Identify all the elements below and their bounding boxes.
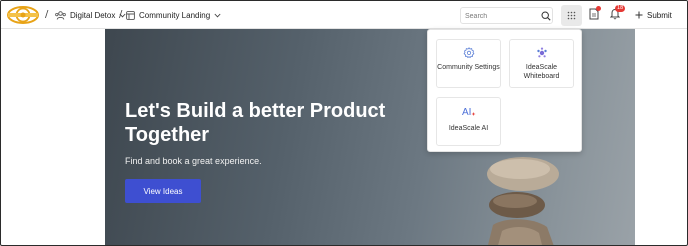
hero-title: Let's Build a better Product Together	[125, 100, 386, 146]
ideascale-logo[interactable]	[6, 5, 40, 25]
stacked-rocks-image	[487, 157, 559, 245]
community-label: Community Landing	[139, 10, 211, 20]
notifications-button[interactable]: 18	[609, 5, 625, 25]
apps-menu-popover: Community Settings IdeaScale Whiteboard …	[427, 29, 582, 152]
app-window: / Digital Detox / Community Landing Sear…	[0, 0, 688, 246]
activity-badge-dot	[596, 6, 601, 11]
whiteboard-icon	[536, 47, 547, 58]
notification-count-badge: 18	[615, 5, 625, 12]
search-input[interactable]	[465, 10, 535, 22]
top-navigation-bar: / Digital Detox / Community Landing Sear…	[1, 1, 687, 29]
hero-subtitle: Find and book a great experience.	[125, 156, 262, 166]
page-icon	[126, 10, 135, 20]
apps-menu-item-community-settings[interactable]: Community Settings	[436, 39, 501, 88]
breadcrumb-separator: /	[45, 9, 49, 20]
chevron-down-icon	[214, 13, 221, 17]
plus-icon	[635, 11, 643, 19]
breadcrumb-community[interactable]: Community Landing	[126, 7, 221, 23]
apps-menu-item-ideascale-ai[interactable]: AI IdeaScale AI	[436, 97, 501, 146]
breadcrumb-separator: /	[119, 9, 123, 20]
apps-menu-item-whiteboard[interactable]: IdeaScale Whiteboard	[509, 39, 574, 88]
svg-text:AI: AI	[462, 107, 471, 117]
submit-button[interactable]: Submit	[635, 8, 672, 22]
apps-menu-item-label: IdeaScale AI	[448, 125, 489, 132]
workspace-label: Digital Detox	[70, 10, 116, 20]
search-field[interactable]	[460, 7, 553, 24]
gear-icon	[463, 47, 474, 59]
apps-grid-button[interactable]	[561, 5, 582, 26]
ai-icon: AI	[462, 107, 475, 117]
breadcrumb-workspace[interactable]: Digital Detox	[55, 7, 126, 23]
view-ideas-button[interactable]: View Ideas	[125, 179, 201, 203]
grid-icon	[567, 11, 576, 20]
search-icon[interactable]	[541, 11, 551, 21]
group-icon	[55, 10, 66, 20]
apps-menu-item-label: IdeaScale Whiteboard	[523, 64, 560, 80]
activity-button[interactable]	[589, 6, 601, 25]
apps-menu-item-label: Community Settings	[437, 64, 500, 71]
submit-label: Submit	[647, 10, 672, 20]
